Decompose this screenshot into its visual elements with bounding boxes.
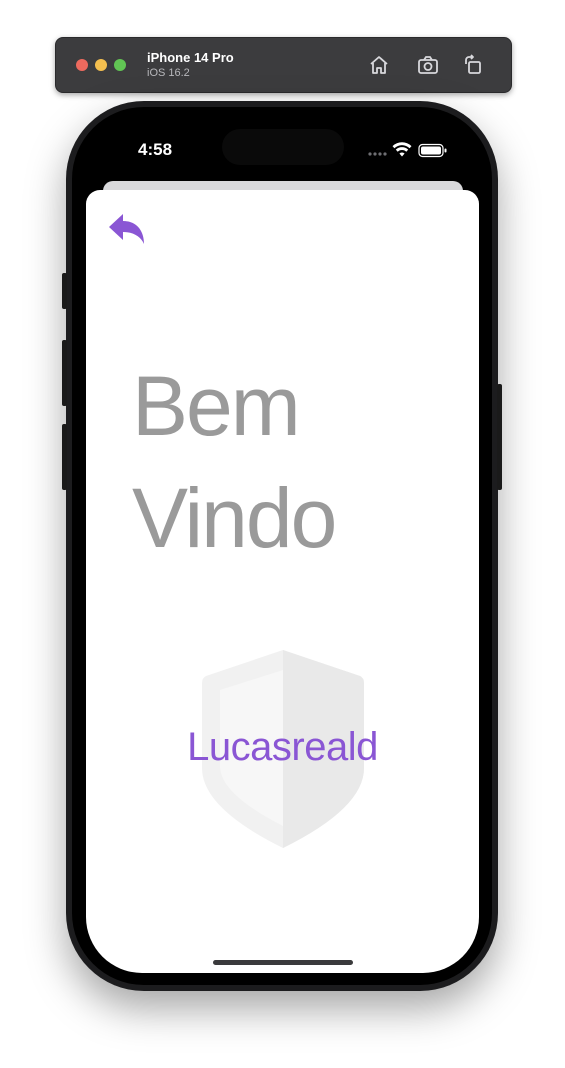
welcome-heading: Bem Vindo (132, 350, 452, 574)
status-icons (368, 141, 450, 159)
reply-arrow-icon[interactable] (106, 210, 148, 250)
zoom-window-button[interactable] (114, 59, 126, 71)
status-time: 4:58 (138, 140, 173, 159)
minimize-window-button[interactable] (95, 59, 107, 71)
screenshot-icon[interactable] (415, 52, 441, 78)
home-indicator[interactable] (213, 960, 353, 965)
welcome-screen: Bem Vindo Lucasreald (86, 190, 479, 973)
device-name: iPhone 14 Pro (147, 50, 234, 65)
username-label: Lucasreald (187, 725, 378, 769)
action-button (62, 273, 67, 309)
welcome-line-2: Vindo (132, 471, 337, 565)
os-version: iOS 16.2 (147, 67, 190, 79)
wifi-icon (392, 142, 412, 157)
home-icon[interactable] (366, 52, 392, 78)
cellular-dots-icon (368, 152, 387, 156)
volume-down-button (62, 424, 67, 490)
power-button (497, 384, 502, 490)
welcome-line-1: Bem (132, 359, 301, 453)
dynamic-island (222, 129, 344, 165)
close-window-button[interactable] (76, 59, 88, 71)
simulator-toolbar: iPhone 14 Pro iOS 16.2 (55, 37, 512, 93)
volume-up-button (62, 340, 67, 406)
battery-icon (418, 143, 447, 158)
rotate-icon[interactable] (460, 52, 486, 78)
